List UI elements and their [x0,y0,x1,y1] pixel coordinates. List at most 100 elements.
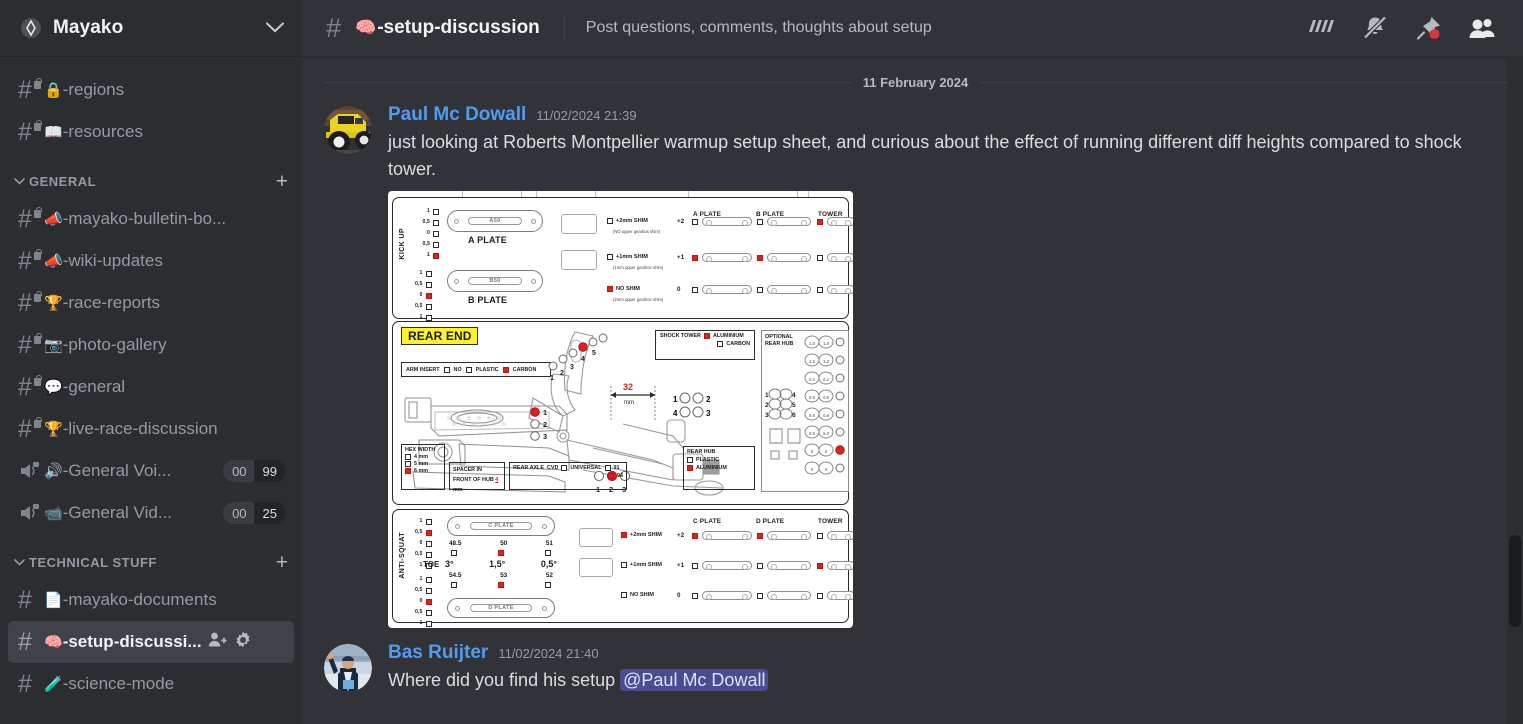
kickup-a-step: 0,5 [422,239,439,250]
svg-text:3: 3 [706,409,711,418]
svg-text:1: 1 [673,395,678,404]
antisquat-col-d-plate: D PLATE [756,518,785,525]
rear-axle-box: REAR AXLE CVD UNIVERSAL 91 94 [509,462,627,490]
server-header[interactable]: Mayako [0,0,302,57]
sidebar-item-mayako-bulletin-board[interactable]: # 📣 -mayako-bulletin-bo... [8,198,294,240]
hash-locked-icon: # [18,206,44,232]
avatar[interactable] [324,106,372,154]
add-channel-button[interactable]: + [276,171,288,192]
voice-badge-right: 25 [253,502,286,524]
sidebar-item-setup-discussion[interactable]: # 🧠 -setup-discussi... [8,621,294,663]
sidebar-item-general-voice[interactable]: 🔊 -General Voi... 00 99 [8,450,294,492]
svg-text:3: 3 [765,412,769,419]
message-author[interactable]: Bas Ruijter [388,642,488,664]
category-general[interactable]: GENERAL + [0,153,302,198]
hex-opt: 4 mm [414,454,429,460]
antisquat-shim-row: NO SHIM [621,592,654,598]
a-plate-bar [702,285,752,295]
mention-pill[interactable]: @Paul Mc Dowall [620,669,769,691]
antisquat-d-step: 0,5 [415,585,432,596]
message-scrollbar-track[interactable] [1507,57,1523,724]
svg-text:1.0: 1.0 [823,359,829,364]
category-technical-stuff[interactable]: TECHNICAL STUFF + [0,534,302,579]
hex-opt-selected: 6 mm [414,468,429,474]
b-plate-bar [767,217,811,227]
hash-locked-icon: # [18,77,44,103]
message-author[interactable]: Paul Mc Dowall [388,104,526,126]
gearbox-picto [579,528,613,547]
add-channel-button[interactable]: + [276,552,288,573]
antisquat-col-tower: TOWER [818,518,843,525]
date-separator-label: 11 February 2024 [862,75,969,90]
hash-locked-icon: # [18,119,44,145]
channel-header: # 🧠 -setup-discussion Post questions, co… [302,0,1523,57]
sidebar-item-science-mode[interactable]: # 🧪 -science-mode [8,663,294,705]
megaphone-emoji-icon: 📣 [44,252,63,270]
antisquat-tower-cell [817,593,823,599]
camera-emoji-icon: 📷 [44,336,63,354]
message-timestamp: 11/02/2024 21:39 [536,108,637,123]
toe-label: TOE [423,560,440,569]
bell-muted-icon[interactable] [1361,15,1389,41]
chevron-down-icon[interactable] [265,21,285,36]
svg-text:2: 2 [560,370,564,377]
sidebar-item-resources[interactable]: # 📖 -resources [8,111,294,153]
pin-icon[interactable] [1415,15,1443,41]
members-icon[interactable] [1469,16,1497,40]
page-title: -setup-discussion [377,17,540,38]
kickup-tower-cell-selected [817,219,823,225]
kickup-b-cell-selected [757,255,763,261]
voice-badge-left: 00 [232,463,247,479]
sidebar-item-photo-gallery[interactable]: # 📷 -photo-gallery [8,324,294,366]
channel-label: -general [62,377,126,396]
rear-hub-opt-selected: ALUMINIUM [696,465,727,471]
hash-icon: # [18,669,32,698]
lock-emoji-icon: 🔒 [44,81,63,99]
sidebar-item-general-video[interactable]: 📹 -General Vid... 00 25 [8,492,294,534]
sidebar-item-regions[interactable]: # 🔒 -regions [8,69,294,111]
add-member-icon[interactable] [208,631,227,653]
hash-icon: # [18,585,32,614]
sidebar-item-race-reports[interactable]: # 🏆 -race-reports [8,282,294,324]
b-plate-bar [767,285,811,295]
channel-list: # 🔒 -regions # 📖 -resources GENERAL + # … [0,57,302,724]
test-tube-emoji-icon: 🧪 [44,675,63,693]
toe-bottom-value: 53 [500,572,508,579]
trophy-emoji-icon: 🏆 [44,420,63,438]
gear-icon[interactable] [234,631,252,654]
svg-text:5: 5 [792,402,796,409]
kickup-a-cell [692,219,698,225]
sidebar-item-wiki-updates[interactable]: # 📣 -wiki-updates [8,240,294,282]
message-item: Paul Mc Dowall 11/02/2024 21:39 just loo… [302,100,1523,636]
b-plate-name: B PLATE [468,295,508,305]
sidebar-item-mayako-documents[interactable]: # 📄 -mayako-documents [8,579,294,621]
antisquat-offset: 0 [677,592,681,599]
hash-icon: # [18,627,32,656]
message-scrollbar-thumb[interactable] [1509,535,1521,627]
svg-text:0.1: 0.1 [809,377,815,382]
main-content: # 🧠 -setup-discussion Post questions, co… [302,0,1523,724]
discord-app-window: Mayako # 🔒 -regions # 📖 -resources GENER… [0,0,1523,724]
voice-badge-right: 99 [253,460,286,482]
setup-sheet-image[interactable]: KICK UP 1 0,5 0 0,5 1 1 0,5 0 0,5 1 A50 … [388,191,853,628]
sidebar-item-live-race-discussion[interactable]: # 🏆 -live-race-discussion [8,408,294,450]
channel-topic: Post questions, comments, thoughts about… [585,19,932,36]
antisquat-tower-cell [817,533,823,539]
speaker-locked-icon [18,502,44,524]
sidebar-item-general[interactable]: # 💬 -general [8,366,294,408]
toe-bottom-cell-selected [498,582,504,588]
antisquat-c-cell [692,563,698,569]
antisquat-d-cell-selected [757,533,763,539]
a-plate-bar [702,217,752,227]
tower-bar [827,253,853,263]
c-plate-name: C PLATE [470,522,532,530]
antisquat-shim-row: +1mm SHIM [621,562,662,568]
message-text: just looking at Roberts Montpellier warm… [388,132,1462,179]
brain-emoji-icon: 🧠 [44,633,63,651]
pin-unread-dot [1429,29,1440,39]
avatar[interactable] [324,644,372,692]
kickup-b-step: 1 [420,268,432,279]
kickup-tower-cell [817,255,823,261]
antisquat-c-cell [692,593,698,599]
threads-icon[interactable] [1305,16,1335,40]
